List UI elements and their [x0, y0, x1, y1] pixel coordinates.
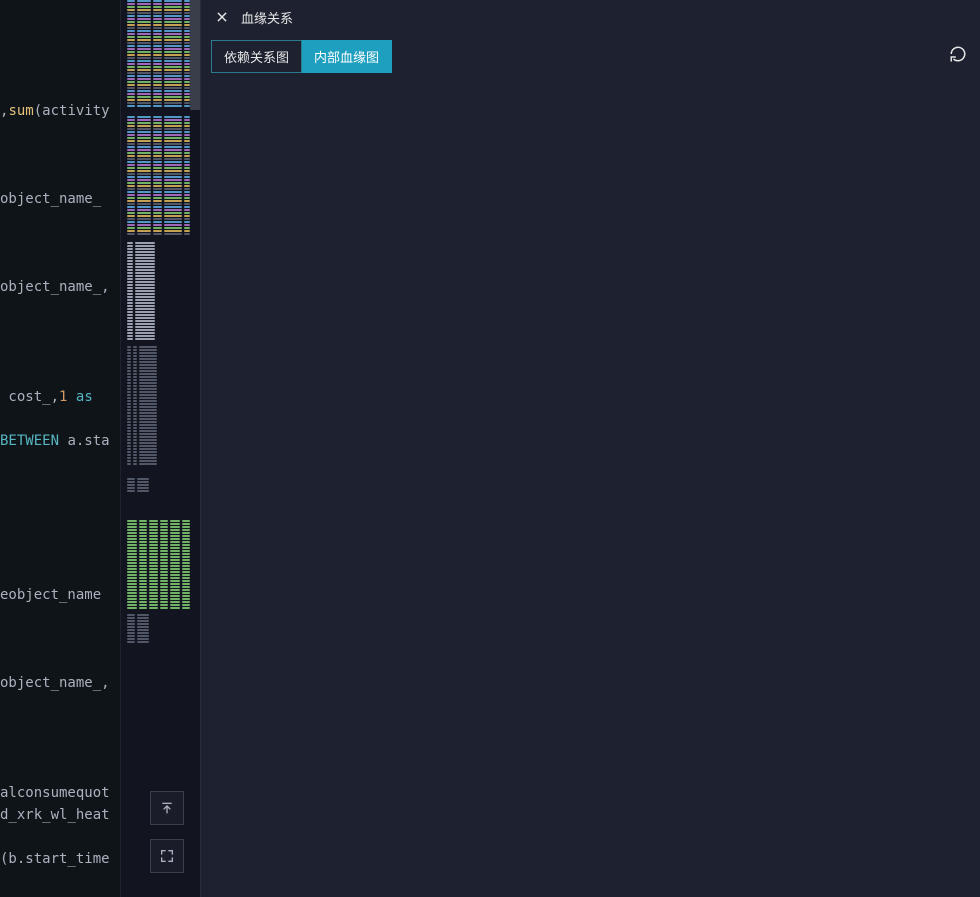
code-line[interactable] [0, 474, 120, 496]
close-button[interactable] [213, 8, 231, 26]
code-line[interactable] [0, 540, 120, 562]
code-line[interactable] [0, 122, 120, 144]
code-line[interactable] [0, 826, 120, 848]
code-line[interactable] [0, 210, 120, 232]
scroll-top-icon [159, 800, 175, 816]
code-line[interactable] [0, 606, 120, 628]
code-minimap[interactable] [120, 0, 200, 897]
code-editor[interactable]: ,sum(activity object_name_ object_name_, c… [0, 0, 200, 897]
minimap-block [127, 346, 190, 466]
refresh-button[interactable] [946, 42, 970, 66]
minimap-scrollbar[interactable] [190, 0, 200, 110]
refresh-icon [949, 45, 967, 63]
fullscreen-button[interactable] [150, 839, 184, 873]
code-line[interactable]: (b.start_time [0, 848, 120, 870]
code-line[interactable] [0, 628, 120, 650]
minimap-block [127, 116, 190, 236]
code-line[interactable] [0, 298, 120, 320]
code-line[interactable] [0, 166, 120, 188]
code-line[interactable] [0, 408, 120, 430]
code-line[interactable] [0, 562, 120, 584]
editor-action-bar [150, 791, 184, 873]
code-line[interactable] [0, 320, 120, 342]
code-line[interactable] [0, 232, 120, 254]
code-line[interactable] [0, 518, 120, 540]
code-line[interactable] [0, 716, 120, 738]
code-line[interactable] [0, 694, 120, 716]
code-line[interactable]: ,sum(activity [0, 100, 120, 122]
scroll-top-button[interactable] [150, 791, 184, 825]
expand-icon [159, 848, 175, 864]
code-line[interactable] [0, 496, 120, 518]
code-line[interactable]: object_name_, [0, 672, 120, 694]
minimap-block [127, 520, 190, 610]
code-line[interactable] [0, 452, 120, 474]
code-surface[interactable]: ,sum(activity object_name_ object_name_, c… [0, 0, 120, 897]
minimap-block [127, 0, 190, 110]
code-line[interactable] [0, 760, 120, 782]
code-line[interactable]: BETWEEN a.sta [0, 430, 120, 452]
minimap-block [127, 478, 190, 494]
panel-toolbar: 依赖关系图 内部血缘图 [201, 34, 980, 73]
panel-title: 血缘关系 [241, 8, 293, 27]
panel-body[interactable] [201, 73, 980, 897]
lineage-panel: 血缘关系 依赖关系图 内部血缘图 [200, 0, 980, 897]
code-line[interactable] [0, 364, 120, 386]
code-line[interactable]: alconsumequot [0, 782, 120, 804]
code-line[interactable]: object_name_ [0, 188, 120, 210]
code-line[interactable] [0, 650, 120, 672]
minimap-block [127, 614, 190, 644]
code-line[interactable]: object_name_, [0, 276, 120, 298]
close-icon [215, 10, 229, 24]
code-line[interactable] [0, 254, 120, 276]
code-line[interactable]: d_xrk_wl_heat [0, 804, 120, 826]
tab-dependency-graph[interactable]: 依赖关系图 [211, 40, 302, 73]
code-line[interactable]: eobject_name [0, 584, 120, 606]
code-line[interactable] [0, 738, 120, 760]
tab-internal-lineage[interactable]: 内部血缘图 [302, 40, 392, 73]
panel-header: 血缘关系 [201, 0, 980, 34]
minimap-block [127, 242, 190, 342]
code-line[interactable] [0, 144, 120, 166]
code-line[interactable] [0, 342, 120, 364]
code-line[interactable]: cost_,1 as [0, 386, 120, 408]
